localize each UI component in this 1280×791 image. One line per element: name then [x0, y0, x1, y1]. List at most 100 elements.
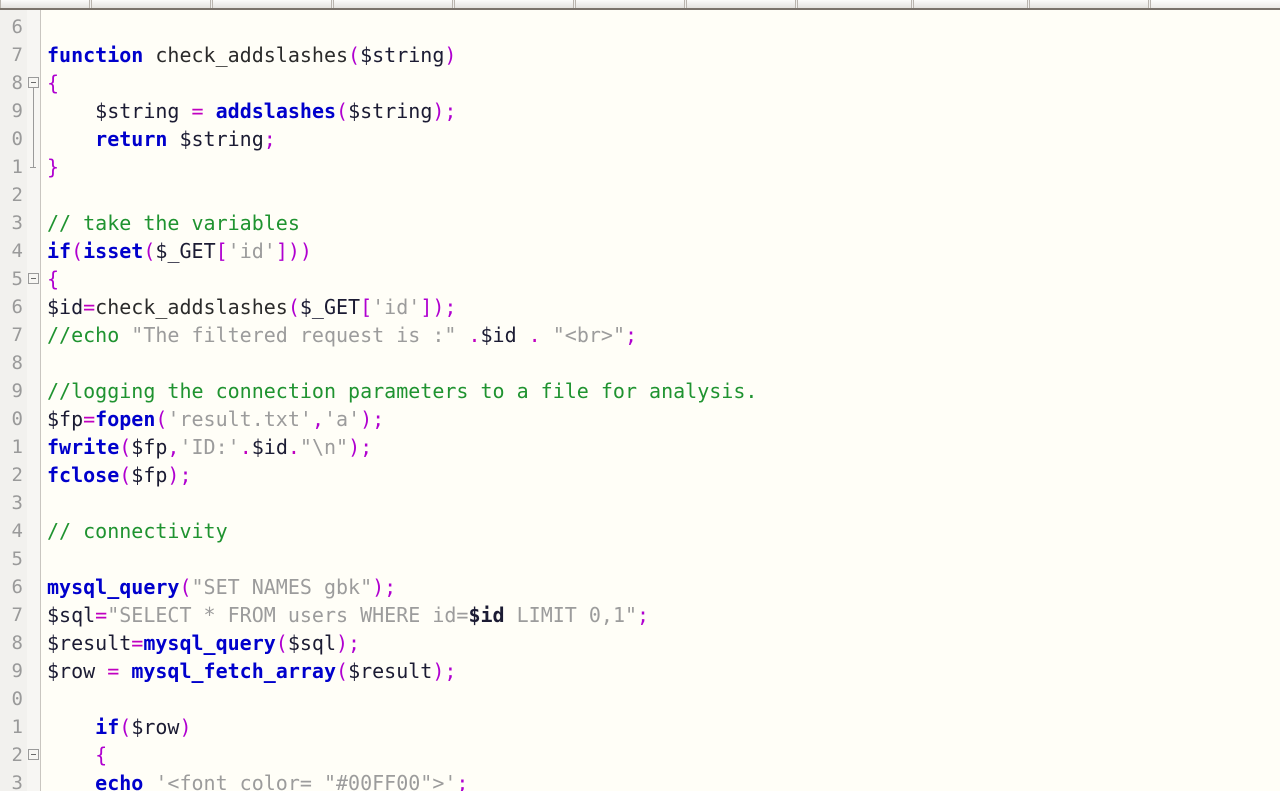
toolbar-group-9[interactable] [913, 0, 1028, 8]
code-line[interactable]: { [47, 741, 1280, 769]
fold-row[interactable] [27, 517, 40, 545]
token-punctuation: [ [360, 295, 373, 319]
code-line[interactable]: return $string; [47, 125, 1280, 153]
fold-row[interactable] [27, 377, 40, 405]
token-keyword: return [95, 127, 168, 151]
token-punctuation: , [311, 407, 324, 431]
fold-row[interactable] [27, 573, 40, 601]
fold-end-icon[interactable] [30, 167, 36, 168]
code-line[interactable] [47, 13, 1280, 41]
code-line[interactable]: $sql="SELECT * FROM users WHERE id=$id L… [47, 601, 1280, 629]
fold-row[interactable] [27, 181, 40, 209]
fold-row[interactable] [27, 629, 40, 657]
fold-row[interactable] [27, 293, 40, 321]
code-line[interactable]: // take the variables [47, 209, 1280, 237]
fold-row[interactable] [27, 13, 40, 41]
toolbar-group-8[interactable] [797, 0, 912, 8]
code-line[interactable]: mysql_query("SET NAMES gbk"); [47, 573, 1280, 601]
line-number: 0 [11, 128, 23, 150]
code-line[interactable]: $fp=fopen('result.txt','a'); [47, 405, 1280, 433]
fold-row[interactable] [27, 545, 40, 573]
code-line[interactable] [47, 349, 1280, 377]
fold-row[interactable] [27, 601, 40, 629]
token-punctuation: ); [336, 631, 361, 655]
fold-row[interactable] [27, 489, 40, 517]
code-line[interactable]: $result=mysql_query($sql); [47, 629, 1280, 657]
code-text-area[interactable]: function check_addslashes($string){ $str… [41, 10, 1280, 791]
token-function: fopen [95, 407, 156, 431]
fold-row[interactable] [27, 685, 40, 713]
toolbar-group-1[interactable] [0, 0, 90, 8]
fold-row[interactable] [27, 265, 40, 293]
line-number: 2 [11, 184, 23, 206]
token-operator: = [191, 99, 204, 123]
code-line[interactable]: $row = mysql_fetch_array($result); [47, 657, 1280, 685]
token-punctuation: { [95, 743, 108, 767]
code-line[interactable]: //logging the connection parameters to a… [47, 377, 1280, 405]
token-whitespace [541, 323, 553, 347]
code-line[interactable] [47, 489, 1280, 517]
fold-row[interactable] [27, 41, 40, 69]
toolbar-overflow[interactable] [1150, 0, 1280, 8]
fold-row[interactable] [27, 657, 40, 685]
fold-row[interactable] [27, 461, 40, 489]
code-line[interactable]: if(isset($_GET['id'])) [47, 237, 1280, 265]
token-punctuation: ( [336, 99, 349, 123]
code-line[interactable]: $string = addslashes($string); [47, 97, 1280, 125]
code-line[interactable] [47, 685, 1280, 713]
fold-row[interactable] [27, 97, 40, 125]
toolbar-group-10[interactable] [1029, 0, 1149, 8]
token-whitespace [47, 715, 95, 739]
code-line[interactable]: fwrite($fp,'ID:'.$id."\n"); [47, 433, 1280, 461]
code-line[interactable]: $id=check_addslashes($_GET['id']); [47, 293, 1280, 321]
token-comment: //logging the connection parameters to a… [47, 379, 758, 403]
code-line[interactable]: function check_addslashes($string) [47, 41, 1280, 69]
code-line[interactable]: { [47, 69, 1280, 97]
toolbar-group-3[interactable] [212, 0, 332, 8]
token-punctuation: ( [71, 239, 84, 263]
fold-row[interactable] [27, 349, 40, 377]
token-whitespace [179, 99, 191, 123]
toolbar-strip[interactable] [0, 0, 1280, 10]
fold-row[interactable] [27, 237, 40, 265]
token-punctuation: ])) [275, 239, 312, 263]
fold-collapse-icon[interactable] [28, 749, 39, 760]
fold-row[interactable] [27, 433, 40, 461]
fold-row[interactable] [27, 713, 40, 741]
toolbar-group-2[interactable] [91, 0, 211, 8]
fold-row[interactable] [27, 741, 40, 769]
line-number: 0 [11, 688, 23, 710]
fold-row[interactable] [27, 125, 40, 153]
fold-row[interactable] [27, 69, 40, 97]
token-punctuation: [ [215, 239, 228, 263]
token-punctuation: ( [143, 239, 156, 263]
code-line[interactable]: // connectivity [47, 517, 1280, 545]
code-line[interactable]: if($row) [47, 713, 1280, 741]
fold-row[interactable] [27, 769, 40, 791]
toolbar-group-7[interactable] [686, 0, 796, 8]
code-folding-margin[interactable] [27, 10, 40, 791]
token-keyword: function [47, 43, 144, 67]
token-comment: // take the variables [47, 211, 300, 235]
fold-collapse-icon[interactable] [28, 77, 39, 88]
code-line[interactable]: echo '<font color= "#00FF00">'; [47, 769, 1280, 791]
code-line[interactable] [47, 545, 1280, 573]
fold-row[interactable] [27, 405, 40, 433]
code-line[interactable] [47, 181, 1280, 209]
fold-row[interactable] [27, 153, 40, 181]
code-line[interactable]: } [47, 153, 1280, 181]
fold-row[interactable] [27, 209, 40, 237]
code-line[interactable]: //echo "The filtered request is :" .$id … [47, 321, 1280, 349]
token-punctuation: ( [119, 715, 132, 739]
toolbar-group-5[interactable] [454, 0, 574, 8]
fold-collapse-icon[interactable] [28, 273, 39, 284]
code-editor-pane[interactable]: 6 7 8 9 0 1 2 3 4 5 6 7 8 9 0 1 2 3 4 5 6 7 8 9 0 1 2 3 function ch… [0, 10, 1280, 791]
token-whitespace [47, 99, 95, 123]
toolbar-group-6[interactable] [575, 0, 685, 8]
token-variable: $fp [47, 407, 84, 431]
code-line[interactable]: fclose($fp); [47, 461, 1280, 489]
toolbar-group-4[interactable] [333, 0, 453, 8]
code-line[interactable]: { [47, 265, 1280, 293]
fold-row[interactable] [27, 321, 40, 349]
token-whitespace [143, 771, 155, 791]
